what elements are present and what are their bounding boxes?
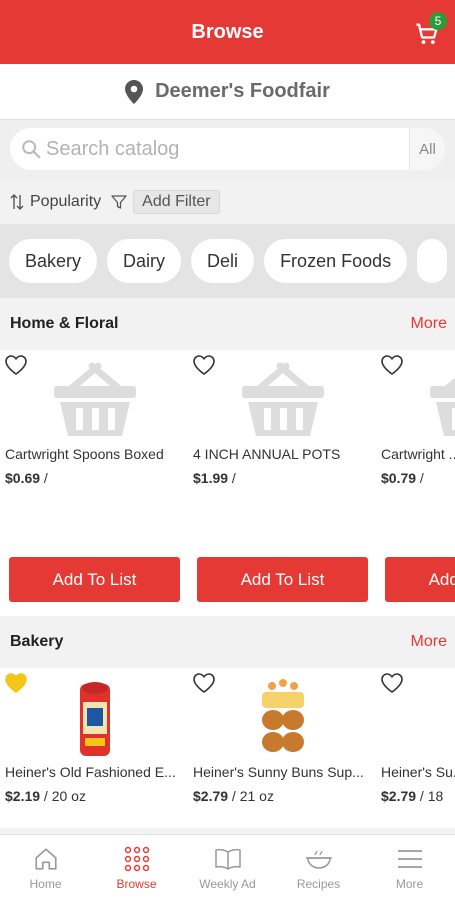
product-card[interactable]: Cartwright Spoons Boxed $0.69 / Add To L… xyxy=(0,350,188,616)
heart-icon[interactable] xyxy=(4,354,28,376)
product-carousel: Heiner's Old Fashioned E... $2.19 / 20 o… xyxy=(0,668,455,828)
product-price: $0.79 / xyxy=(381,470,424,486)
nav-recipes[interactable]: Recipes xyxy=(273,835,364,900)
product-card[interactable]: Heiner's Old Fashioned E... $2.19 / 20 o… xyxy=(0,668,188,828)
basket-placeholder-icon xyxy=(40,360,150,440)
home-icon xyxy=(32,845,60,873)
grid-icon xyxy=(123,845,151,873)
search-icon xyxy=(10,138,46,160)
filter-bar: Popularity Add Filter xyxy=(0,180,455,224)
store-name: Deemer's Foodfair xyxy=(155,80,330,102)
page-title: Browse xyxy=(191,20,264,43)
product-carousel: Cartwright Spoons Boxed $0.69 / Add To L… xyxy=(0,350,455,616)
product-card[interactable]: Cartwright ... $0.79 / Add To List xyxy=(376,350,455,616)
heart-icon[interactable] xyxy=(192,354,216,376)
search-bar: All xyxy=(10,128,445,170)
add-to-list-button[interactable]: Add To List xyxy=(9,557,180,602)
section-header: Home & Floral More xyxy=(0,298,455,350)
product-name: Cartwright ... xyxy=(381,446,455,462)
cart-button[interactable]: 5 xyxy=(413,12,447,48)
add-filter-label: Add Filter xyxy=(133,190,220,214)
buns-package-image xyxy=(228,678,338,758)
sort-icon xyxy=(10,194,24,210)
product-card[interactable]: Heiner's Su... $2.79 / 18 xyxy=(376,668,455,828)
search-area: All xyxy=(0,120,455,180)
cart-count-badge: 5 xyxy=(429,12,447,30)
heart-filled-icon[interactable] xyxy=(4,672,28,694)
category-chips: Bakery Dairy Deli Frozen Foods xyxy=(0,224,455,298)
category-chip-deli[interactable]: Deli xyxy=(191,239,255,283)
product-price: $2.79 / 18 xyxy=(381,788,444,804)
search-scope-selector[interactable]: All xyxy=(409,128,445,170)
product-card[interactable]: 4 INCH ANNUAL POTS $1.99 / Add To List xyxy=(188,350,376,616)
more-link[interactable]: More xyxy=(411,633,447,651)
location-pin-icon xyxy=(125,79,144,104)
category-chip-frozen-foods[interactable]: Frozen Foods xyxy=(264,239,408,283)
recipe-icon xyxy=(305,845,333,873)
category-chip-dairy[interactable]: Dairy xyxy=(107,239,182,283)
product-name: Cartwright Spoons Boxed xyxy=(5,446,164,462)
nav-weekly-ad[interactable]: Weekly Ad xyxy=(182,835,273,900)
product-price: $1.99 / xyxy=(193,470,236,486)
nav-label: Recipes xyxy=(296,876,341,891)
add-to-list-button[interactable]: Add To List xyxy=(197,557,368,602)
app-header: Browse 5 xyxy=(0,0,455,64)
nav-browse[interactable]: Browse xyxy=(91,835,182,900)
basket-placeholder-icon xyxy=(416,360,455,440)
bottom-navigation: Home Browse Weekly Ad Recipes More xyxy=(0,834,455,900)
add-filter-button[interactable]: Add Filter xyxy=(111,190,220,214)
section-home-floral: Home & Floral More Cartwright Spoons Box… xyxy=(0,298,455,616)
heart-icon[interactable] xyxy=(380,354,404,376)
add-to-list-button[interactable]: Add To List xyxy=(385,557,455,602)
nav-label: More xyxy=(395,876,424,891)
bread-loaf-image xyxy=(40,678,150,758)
category-chip-partial[interactable] xyxy=(417,239,448,283)
section-title: Home & Floral xyxy=(10,315,119,332)
menu-icon xyxy=(396,845,424,873)
book-icon xyxy=(214,845,242,873)
more-link[interactable]: More xyxy=(411,315,447,333)
heart-icon[interactable] xyxy=(192,672,216,694)
store-selector[interactable]: Deemer's Foodfair xyxy=(0,64,455,120)
basket-placeholder-icon xyxy=(228,360,338,440)
product-name: 4 INCH ANNUAL POTS xyxy=(193,446,341,462)
product-price: $0.69 / xyxy=(5,470,48,486)
product-name: Heiner's Old Fashioned E... xyxy=(5,764,176,780)
nav-label: Weekly Ad xyxy=(199,876,256,891)
section-title: Bakery xyxy=(10,633,64,650)
product-card[interactable]: Heiner's Sunny Buns Sup... $2.79 / 21 oz xyxy=(188,668,376,828)
sort-label: Popularity xyxy=(30,193,102,210)
sort-button[interactable]: Popularity xyxy=(10,193,101,211)
product-name: Heiner's Sunny Buns Sup... xyxy=(193,764,364,780)
nav-label: Browse xyxy=(116,876,157,891)
product-name: Heiner's Su... xyxy=(381,764,455,780)
nav-more[interactable]: More xyxy=(364,835,455,900)
product-price: $2.79 / 21 oz xyxy=(193,788,274,804)
nav-label: Home xyxy=(29,876,62,891)
product-price: $2.19 / 20 oz xyxy=(5,788,86,804)
section-bakery: Bakery More Heiner's Old Fashioned E... … xyxy=(0,616,455,828)
category-chip-bakery[interactable]: Bakery xyxy=(9,239,98,283)
section-header: Bakery More xyxy=(0,616,455,668)
nav-home[interactable]: Home xyxy=(0,835,91,900)
filter-icon xyxy=(111,195,127,209)
search-input[interactable] xyxy=(46,137,409,161)
heart-icon[interactable] xyxy=(380,672,404,694)
